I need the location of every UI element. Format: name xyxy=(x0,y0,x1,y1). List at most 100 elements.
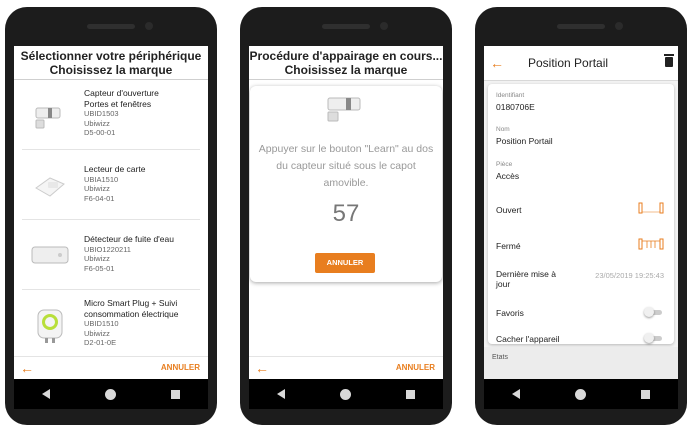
phone-camera xyxy=(615,22,623,30)
nav-back-icon[interactable] xyxy=(276,389,285,399)
card-cancel-button[interactable]: ANNULER xyxy=(315,253,375,273)
device-name: Lecteur de carte xyxy=(84,164,146,174)
cancel-button[interactable]: ANNULER xyxy=(396,363,435,372)
cancel-button[interactable]: ANNULER xyxy=(161,363,200,372)
nav-recent-icon[interactable] xyxy=(171,389,181,399)
phone-camera xyxy=(145,22,153,30)
countdown-value: 57 xyxy=(332,200,360,227)
cacher-label: Cacher l'appareil xyxy=(496,334,560,344)
page-title: Position Portail xyxy=(528,56,609,70)
etats-label: Etats xyxy=(492,354,508,361)
phone-camera xyxy=(380,22,388,30)
device-brand: Ubiwizz xyxy=(84,184,110,193)
maj-row: Dernière mise à jour 23/05/2019 19:25:43 xyxy=(496,269,664,289)
nom-label: Nom xyxy=(496,126,510,133)
card-reader-image xyxy=(35,177,65,197)
piece-label: Pièce xyxy=(496,161,513,168)
nav-recent-icon[interactable] xyxy=(641,389,651,399)
nom-value: Position Portail xyxy=(496,136,553,146)
phone-speaker xyxy=(87,24,135,29)
phone-pairing: Procédure d'appairage en cours... Choisi… xyxy=(240,7,452,425)
favoris-toggle[interactable] xyxy=(644,307,664,317)
device-info: Micro Smart Plug + Suivi consommation él… xyxy=(84,298,206,348)
device-name: Micro Smart Plug + Suivi consommation él… xyxy=(84,298,179,319)
cacher-row: Cacher l'appareil xyxy=(496,333,664,344)
smart-plug-image xyxy=(37,309,63,343)
trash-icon[interactable] xyxy=(664,54,674,67)
ferme-row: Fermé xyxy=(496,238,664,251)
device-code: UBID1510 xyxy=(84,319,119,328)
device-eep: F6-04-01 xyxy=(84,193,115,203)
gate-open-icon xyxy=(638,202,664,214)
device-info: Détecteur de fuite d'eau UBIO1220211 Ubi… xyxy=(84,234,174,273)
identifiant-field: Identifiant 0180706E xyxy=(496,92,535,112)
device-code: UBIO1220211 xyxy=(84,244,131,254)
pairing-card: Appuyer sur le bouton "Learn" au dos du … xyxy=(250,86,442,282)
device-code: UBID1503 xyxy=(84,109,119,118)
back-arrow-icon[interactable]: ← xyxy=(255,361,269,375)
nav-home-icon[interactable] xyxy=(574,388,586,400)
device-list: Capteur d'ouverture Portes et fenêtres U… xyxy=(14,80,208,359)
piece-field[interactable]: Pièce Accès xyxy=(496,161,519,181)
device-select-header: Sélectionner votre périphérique Choisiss… xyxy=(14,46,208,80)
device-item-card-reader[interactable]: Lecteur de carte UBIA1510 Ubiwizz F6-04-… xyxy=(22,150,200,220)
device-brand: Ubiwizz xyxy=(84,118,110,128)
nav-home-icon[interactable] xyxy=(339,388,351,400)
favoris-label: Favoris xyxy=(496,308,524,318)
detail-header: ← Position Portail xyxy=(484,46,678,81)
device-detail-screen: ← Position Portail Identifiant 0180706E … xyxy=(484,46,678,379)
nav-recent-icon[interactable] xyxy=(406,389,416,399)
device-select-screen: Sélectionner votre périphérique Choisiss… xyxy=(14,46,208,379)
page-title: Procédure d'appairage en cours... xyxy=(249,49,443,63)
pairing-screen: Procédure d'appairage en cours... Choisi… xyxy=(249,46,443,379)
maj-value: 23/05/2019 19:25:43 xyxy=(595,271,664,280)
gate-closed-icon xyxy=(638,238,664,250)
phone-speaker xyxy=(557,24,605,29)
back-arrow-icon[interactable]: ← xyxy=(20,361,34,375)
favoris-row: Favoris xyxy=(496,307,664,318)
device-info: Capteur d'ouverture Portes et fenêtres U… xyxy=(84,88,184,138)
android-nav-bar xyxy=(249,379,443,409)
device-item-smart-plug[interactable]: Micro Smart Plug + Suivi consommation él… xyxy=(22,290,200,359)
phone-speaker xyxy=(322,24,370,29)
device-eep: D2-01-0E xyxy=(84,338,117,347)
nav-home-icon[interactable] xyxy=(104,388,116,400)
ouvert-label: Ouvert xyxy=(496,205,522,215)
nav-back-icon[interactable] xyxy=(511,389,520,399)
device-brand: Ubiwizz xyxy=(84,328,110,338)
device-item-water-leak[interactable]: Détecteur de fuite d'eau UBIO1220211 Ubi… xyxy=(22,220,200,290)
back-arrow-icon[interactable]: ← xyxy=(490,55,504,71)
phone-device-detail: ← Position Portail Identifiant 0180706E … xyxy=(475,7,687,425)
water-leak-detector-image xyxy=(31,246,69,264)
android-nav-bar xyxy=(14,379,208,409)
pairing-instruction: Appuyer sur le bouton "Learn" au dos du … xyxy=(258,143,434,189)
nav-back-icon[interactable] xyxy=(41,389,50,399)
cacher-toggle[interactable] xyxy=(644,333,664,343)
page-subtitle: Choisissez la marque xyxy=(49,63,173,77)
device-brand: Ubiwizz xyxy=(84,254,110,263)
ouvert-row: Ouvert xyxy=(496,202,664,215)
device-code: UBIA1510 xyxy=(84,174,119,184)
page-title: Sélectionner votre périphérique xyxy=(20,49,202,63)
identifiant-label: Identifiant xyxy=(496,92,525,99)
footer-bar: ← ANNULER xyxy=(14,356,208,379)
identifiant-value: 0180706E xyxy=(496,102,535,112)
footer-bar: ← ANNULER xyxy=(249,356,443,379)
etats-section: Etats xyxy=(484,347,678,379)
page-subtitle: Choisissez la marque xyxy=(284,63,408,77)
device-item-door-sensor[interactable]: Capteur d'ouverture Portes et fenêtres U… xyxy=(22,80,200,150)
nom-field[interactable]: Nom Position Portail xyxy=(496,126,553,146)
door-sensor-image xyxy=(35,107,61,129)
android-nav-bar xyxy=(484,379,678,409)
pairing-header: Procédure d'appairage en cours... Choisi… xyxy=(249,46,443,80)
device-name: Capteur d'ouverture Portes et fenêtres xyxy=(84,88,159,109)
ferme-label: Fermé xyxy=(496,241,521,251)
device-name: Détecteur de fuite d'eau xyxy=(84,234,174,244)
device-info: Lecteur de carte UBIA1510 Ubiwizz F6-04-… xyxy=(84,164,145,203)
sensor-image xyxy=(327,97,361,122)
device-eep: F6-05-01 xyxy=(84,263,115,273)
maj-label: Dernière mise à jour xyxy=(496,269,556,289)
piece-value: Accès xyxy=(496,171,520,181)
device-detail-card: Identifiant 0180706E Nom Position Portai… xyxy=(488,84,674,344)
device-eep: D5-00-01 xyxy=(84,128,116,137)
